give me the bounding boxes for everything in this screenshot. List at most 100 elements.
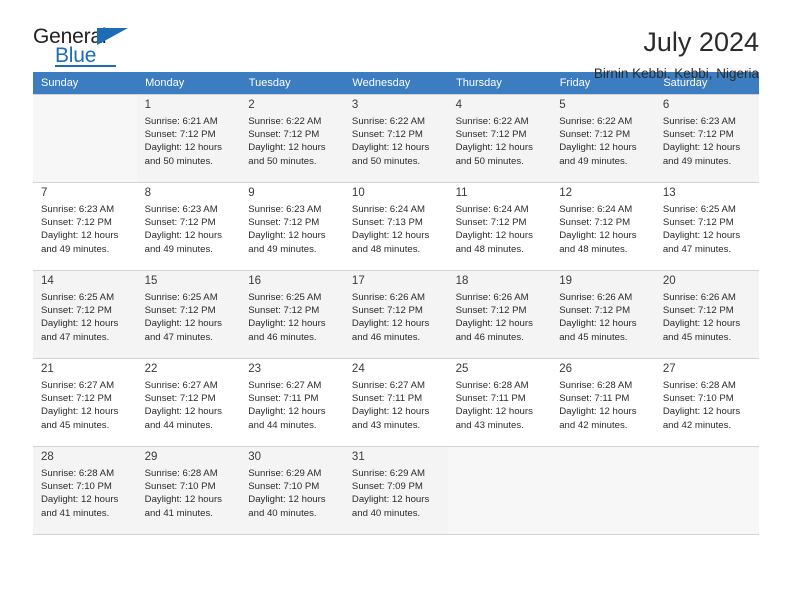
day-cell-content: 28 Sunrise: 6:28 AM Sunset: 7:10 PM Dayligh… <box>33 446 137 534</box>
calendar-day-cell[interactable]: 8 Sunrise: 6:23 AM Sunset: 7:12 PM Daylight… <box>136 182 241 270</box>
calendar-day-cell[interactable]: 25 Sunrise: 6:28 AM Sunset: 7:11 PM Dayligh… <box>447 358 552 446</box>
day-sunset-text: Sunset: 7:11 PM <box>559 393 630 405</box>
calendar-day-cell[interactable]: 6 Sunrise: 6:23 AM Sunset: 7:12 PM Daylight… <box>654 94 759 182</box>
day-sun-info: Sunrise: 6:28 AM Sunset: 7:10 PM Daylight:… <box>41 467 131 520</box>
day-daylight1-text: Daylight: 12 hours <box>455 230 533 242</box>
calendar-day-cell[interactable]: 23 Sunrise: 6:27 AM Sunset: 7:11 PM Dayligh… <box>240 358 344 446</box>
day-sunrise-text: Sunrise: 6:23 AM <box>41 204 115 215</box>
day-daylight2-text: and 47 minutes. <box>144 331 213 343</box>
weekday-header-wednesday: Wednesday <box>343 72 449 94</box>
calendar-day-cell[interactable]: 28 Sunrise: 6:28 AM Sunset: 7:10 PM Dayligh… <box>33 446 137 534</box>
day-sun-info: Sunrise: 6:22 AM Sunset: 7:12 PM Daylight:… <box>456 115 546 168</box>
day-daylight2-text: and 50 minutes. <box>144 155 213 167</box>
day-daylight2-text: and 48 minutes. <box>351 243 421 255</box>
day-daylight2-text: and 46 minutes. <box>248 331 317 343</box>
day-number: 31 <box>351 451 365 463</box>
calendar-day-cell[interactable]: 14 Sunrise: 6:25 AM Sunset: 7:12 PM Dayligh… <box>33 270 137 358</box>
calendar-day-cell[interactable]: 4 Sunrise: 6:22 AM Sunset: 7:12 PM Daylight… <box>447 94 552 182</box>
logo-text-blue: Blue <box>55 44 97 67</box>
day-sunset-text: Sunset: 7:12 PM <box>455 129 527 141</box>
day-cell-content: 18 Sunrise: 6:26 AM Sunset: 7:12 PM Dayligh… <box>447 270 552 358</box>
day-daylight1-text: Daylight: 12 hours <box>41 406 119 418</box>
day-sunset-text: Sunset: 7:12 PM <box>41 393 112 405</box>
day-sunset-text: Sunset: 7:10 PM <box>41 481 112 493</box>
day-sunrise-text: Sunrise: 6:28 AM <box>455 380 529 391</box>
calendar-day-cell[interactable]: 15 Sunrise: 6:25 AM Sunset: 7:12 PM Dayligh… <box>136 270 241 358</box>
day-sunset-text: Sunset: 7:11 PM <box>248 393 319 405</box>
calendar-day-cell[interactable]: 17 Sunrise: 6:26 AM Sunset: 7:12 PM Dayligh… <box>343 270 448 358</box>
calendar-day-cell[interactable]: 2 Sunrise: 6:22 AM Sunset: 7:12 PM Daylight… <box>240 94 344 182</box>
day-sunrise-text: Sunrise: 6:24 AM <box>351 204 425 215</box>
calendar-day-cell[interactable]: 31 Sunrise: 6:29 AM Sunset: 7:09 PM Dayligh… <box>343 446 448 534</box>
calendar-day-cell[interactable]: 22 Sunrise: 6:27 AM Sunset: 7:12 PM Dayligh… <box>136 358 241 446</box>
day-number: 7 <box>41 187 48 199</box>
calendar-day-cell[interactable]: 21 Sunrise: 6:27 AM Sunset: 7:12 PM Dayligh… <box>33 358 137 446</box>
day-sunset-text: Sunset: 7:12 PM <box>351 129 423 141</box>
calendar-day-cell[interactable]: 7 Sunrise: 6:23 AM Sunset: 7:12 PM Daylight… <box>33 182 137 270</box>
day-daylight1-text: Daylight: 12 hours <box>559 318 637 330</box>
day-sun-info: Sunrise: 6:25 AM Sunset: 7:12 PM Daylight:… <box>145 291 235 344</box>
day-number: 29 <box>144 451 158 463</box>
calendar-day-cell[interactable]: 3 Sunrise: 6:22 AM Sunset: 7:12 PM Daylight… <box>343 94 448 182</box>
day-sunrise-text: Sunrise: 6:21 AM <box>144 116 218 127</box>
day-number: 21 <box>41 363 54 375</box>
calendar-day-cell[interactable]: 5 Sunrise: 6:22 AM Sunset: 7:12 PM Daylight… <box>551 94 655 182</box>
day-sunset-text: Sunset: 7:10 PM <box>248 481 320 493</box>
calendar-day-cell[interactable]: 19 Sunrise: 6:26 AM Sunset: 7:12 PM Dayligh… <box>551 270 655 358</box>
day-daylight1-text: Daylight: 12 hours <box>41 318 119 330</box>
day-daylight2-text: and 49 minutes. <box>144 243 213 255</box>
day-sunrise-text: Sunrise: 6:29 AM <box>248 468 322 479</box>
day-sunrise-text: Sunrise: 6:22 AM <box>351 116 425 127</box>
day-number: 26 <box>559 363 572 375</box>
day-daylight1-text: Daylight: 12 hours <box>144 318 222 330</box>
calendar-day-cell[interactable]: 24 Sunrise: 6:27 AM Sunset: 7:11 PM Dayligh… <box>343 358 448 446</box>
day-daylight1-text: Daylight: 12 hours <box>559 230 637 242</box>
day-number: 10 <box>351 187 365 199</box>
day-sun-info: Sunrise: 6:25 AM Sunset: 7:12 PM Daylight:… <box>663 203 753 256</box>
calendar-day-cell[interactable]: 13 Sunrise: 6:25 AM Sunset: 7:12 PM Dayligh… <box>654 182 759 270</box>
calendar-day-cell[interactable]: 10 Sunrise: 6:24 AM Sunset: 7:13 PM Dayligh… <box>343 182 448 270</box>
day-sunset-text: Sunset: 7:12 PM <box>559 129 631 141</box>
day-daylight2-text: and 47 minutes. <box>662 243 732 255</box>
calendar-day-cell[interactable]: 26 Sunrise: 6:28 AM Sunset: 7:11 PM Dayligh… <box>551 358 655 446</box>
day-number: 8 <box>144 187 152 199</box>
day-daylight2-text: and 49 minutes. <box>559 155 628 167</box>
day-number: 30 <box>248 451 262 463</box>
day-cell-content: 22 Sunrise: 6:27 AM Sunset: 7:12 PM Dayligh… <box>136 358 241 446</box>
day-sunrise-text: Sunrise: 6:24 AM <box>559 204 633 215</box>
calendar-day-cell[interactable]: 20 Sunrise: 6:26 AM Sunset: 7:12 PM Dayligh… <box>654 270 759 358</box>
calendar-day-cell[interactable]: 16 Sunrise: 6:25 AM Sunset: 7:12 PM Dayligh… <box>240 270 344 358</box>
calendar-day-cell[interactable]: 27 Sunrise: 6:28 AM Sunset: 7:10 PM Dayligh… <box>654 358 759 446</box>
calendar-day-cell[interactable]: 1 Sunrise: 6:21 AM Sunset: 7:12 PM Daylight… <box>136 94 241 182</box>
calendar-day-cell <box>551 446 655 534</box>
day-sun-info: Sunrise: 6:25 AM Sunset: 7:12 PM Daylight:… <box>248 291 338 344</box>
calendar-bottom-border <box>33 534 759 535</box>
day-sun-info: Sunrise: 6:27 AM Sunset: 7:11 PM Daylight:… <box>248 379 338 432</box>
calendar-body: 1 Sunrise: 6:21 AM Sunset: 7:12 PM Daylight… <box>33 94 759 534</box>
day-daylight1-text: Daylight: 12 hours <box>351 230 430 242</box>
calendar-day-cell[interactable]: 11 Sunrise: 6:24 AM Sunset: 7:12 PM Dayligh… <box>447 182 552 270</box>
day-sun-info: Sunrise: 6:27 AM Sunset: 7:12 PM Daylight:… <box>41 379 131 432</box>
general-blue-logo[interactable]: General Blue <box>33 26 143 70</box>
day-sun-info: Sunrise: 6:26 AM Sunset: 7:12 PM Daylight:… <box>663 291 753 344</box>
day-daylight2-text: and 44 minutes. <box>144 419 213 431</box>
calendar-day-cell[interactable]: 9 Sunrise: 6:23 AM Sunset: 7:12 PM Daylight… <box>240 182 344 270</box>
calendar-day-cell[interactable]: 18 Sunrise: 6:26 AM Sunset: 7:12 PM Dayligh… <box>447 270 552 358</box>
day-daylight2-text: and 40 minutes. <box>351 507 421 519</box>
calendar-day-cell[interactable]: 29 Sunrise: 6:28 AM Sunset: 7:10 PM Dayligh… <box>136 446 241 534</box>
logo-triangle-icon <box>97 28 128 45</box>
day-daylight2-text: and 43 minutes. <box>455 419 524 431</box>
day-daylight1-text: Daylight: 12 hours <box>559 406 637 418</box>
day-number: 28 <box>41 451 54 463</box>
day-sun-info: Sunrise: 6:24 AM Sunset: 7:12 PM Daylight:… <box>559 203 649 256</box>
day-number: 16 <box>248 275 262 287</box>
day-sunrise-text: Sunrise: 6:23 AM <box>662 116 736 127</box>
day-number: 11 <box>455 187 468 199</box>
day-sun-info: Sunrise: 6:28 AM Sunset: 7:10 PM Daylight:… <box>145 467 235 520</box>
calendar-day-cell[interactable]: 30 Sunrise: 6:29 AM Sunset: 7:10 PM Dayligh… <box>240 446 344 534</box>
day-cell-content: 12 Sunrise: 6:24 AM Sunset: 7:12 PM Dayligh… <box>551 182 655 270</box>
day-sunset-text: Sunset: 7:11 PM <box>351 393 423 405</box>
calendar-day-cell[interactable]: 12 Sunrise: 6:24 AM Sunset: 7:12 PM Dayligh… <box>551 182 655 270</box>
weekday-header-thursday: Thursday <box>447 72 552 94</box>
day-daylight2-text: and 48 minutes. <box>559 243 628 255</box>
